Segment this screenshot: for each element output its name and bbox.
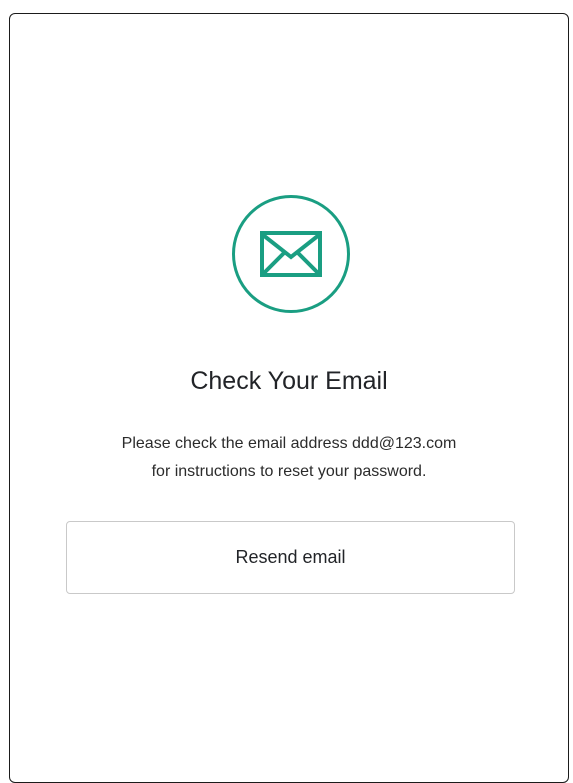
- resend-email-button[interactable]: Resend email: [66, 521, 515, 594]
- instructions-line-2: for instructions to reset your password.: [151, 463, 427, 480]
- envelope-icon: [260, 231, 322, 277]
- instructions-text: Please check the email address ddd@123.c…: [10, 430, 568, 486]
- instructions-line-1: Please check the email address ddd@123.c…: [121, 435, 457, 452]
- check-email-card: Check Your Email Please check the email …: [9, 13, 569, 783]
- page-title: Check Your Email: [190, 367, 388, 395]
- envelope-icon-circle: [232, 195, 350, 313]
